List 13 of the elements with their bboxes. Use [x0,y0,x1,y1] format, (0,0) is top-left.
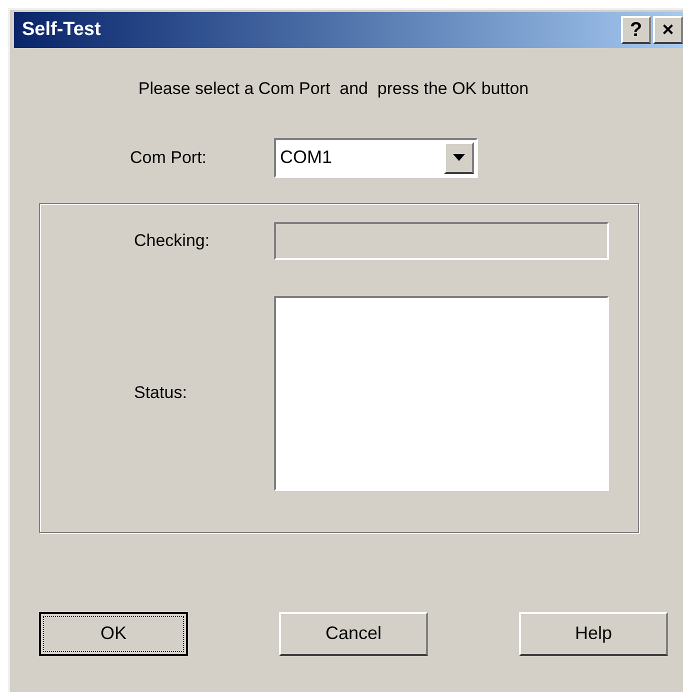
cancel-button[interactable]: Cancel [279,612,428,656]
status-label: Status: [134,382,188,404]
com-port-dropdown[interactable]: COM1 [274,138,478,178]
checking-label: Checking: [134,230,211,252]
dropdown-button[interactable] [444,142,474,174]
com-port-label: Com Port: [130,146,208,169]
window-title: Self-Test [22,18,101,42]
close-button[interactable]: × [653,16,683,44]
help-button[interactable]: ? [621,16,651,44]
ok-button[interactable]: OK [39,612,188,656]
help-button[interactable]: Help [519,612,668,656]
instruction-text: Please select a Com Port and press the OK button [138,78,529,100]
caret-icon [453,154,465,161]
